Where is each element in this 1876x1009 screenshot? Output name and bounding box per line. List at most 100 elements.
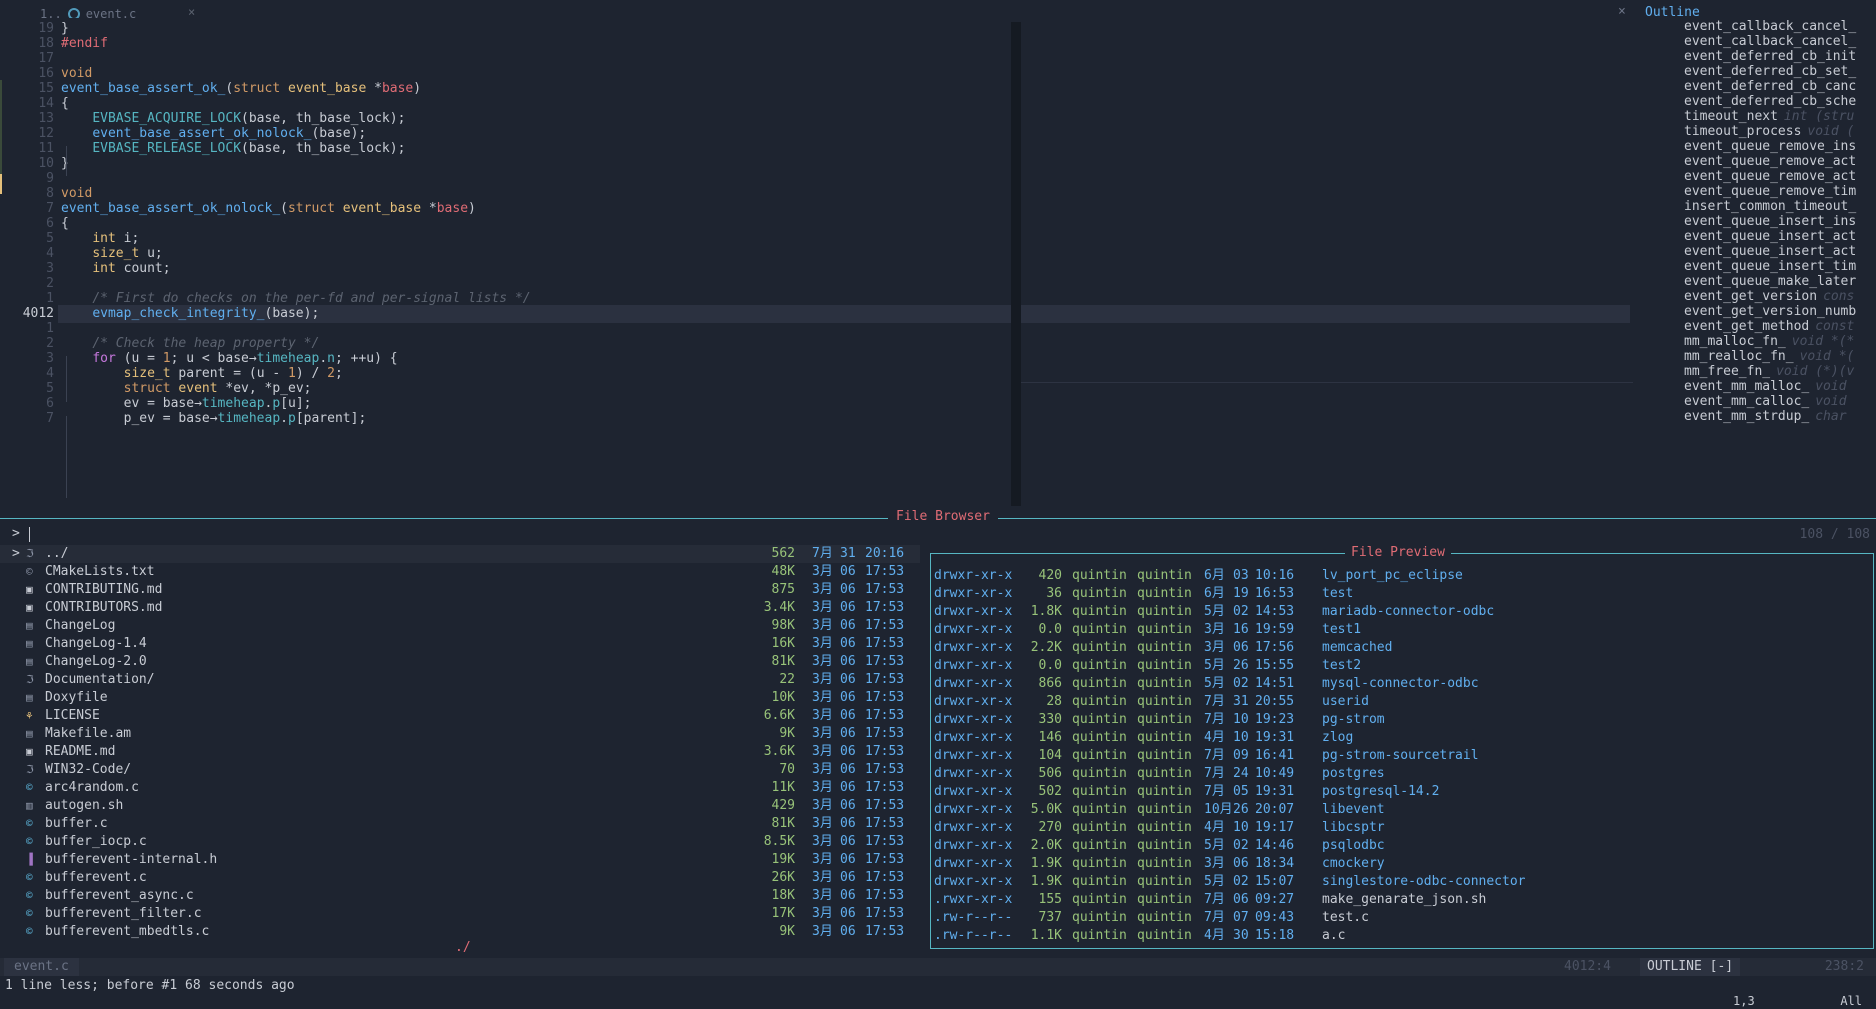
file-row[interactable]: © bufferevent_filter.c 17K 3月 06 17:53 bbox=[0, 905, 920, 923]
file-month: 3月 bbox=[812, 672, 833, 687]
file-row[interactable]: ▣ CONTRIBUTORS.md 3.4K 3月 06 17:53 bbox=[0, 599, 920, 617]
file-month: 3月 bbox=[812, 726, 833, 741]
preview-size: 270 bbox=[1038, 820, 1062, 835]
file-day: 31 bbox=[840, 546, 856, 561]
preview-permissions: drwxr-xr-x bbox=[934, 802, 1013, 817]
file-row[interactable]: ▥ autogen.sh 429 3月 06 17:53 bbox=[0, 797, 920, 815]
file-time: 17:53 bbox=[865, 564, 905, 579]
file-month: 3月 bbox=[812, 924, 833, 939]
file-name: ChangeLog-1.4 bbox=[45, 636, 147, 651]
preview-user: quintin bbox=[1072, 910, 1127, 925]
status-filename: event.c bbox=[4, 958, 79, 976]
preview-size: 420 bbox=[1038, 568, 1062, 583]
file-day: 06 bbox=[840, 762, 856, 777]
markdown-icon: ▣ bbox=[26, 601, 33, 614]
file-day: 06 bbox=[840, 870, 856, 885]
file-month: 3月 bbox=[812, 798, 833, 813]
preview-time: 20:07 bbox=[1255, 802, 1295, 817]
file-row[interactable]: ⚘ LICENSE 6.6K 3月 06 17:53 bbox=[0, 707, 920, 725]
file-name: bufferevent_filter.c bbox=[45, 906, 202, 921]
file-size: 3.6K bbox=[763, 744, 795, 759]
file-row[interactable]: ▐ bufferevent-internal.h 19K 3月 06 17:53 bbox=[0, 851, 920, 869]
file-size: 11K bbox=[771, 780, 795, 795]
status-line: event.c 4012:4 OUTLINE [-] 238:2 bbox=[0, 958, 1876, 976]
preview-name: test.c bbox=[1322, 910, 1369, 925]
preview-group: quintin bbox=[1137, 856, 1192, 871]
preview-permissions: drwxr-xr-x bbox=[934, 622, 1013, 637]
preview-day: 03 bbox=[1233, 568, 1249, 583]
line-content: p_ev = base→timeheap.p[parent]; bbox=[123, 411, 367, 426]
preview-permissions: drwxr-xr-x bbox=[934, 658, 1013, 673]
folder-icon: ℑ bbox=[26, 763, 34, 776]
outline-item-signature: void *( bbox=[1799, 349, 1855, 364]
preview-group: quintin bbox=[1137, 910, 1192, 925]
file-row[interactable]: © bufferevent_async.c 18K 3月 06 17:53 bbox=[0, 887, 920, 905]
file-row[interactable]: © bufferevent.c 26K 3月 06 17:53 bbox=[0, 869, 920, 887]
preview-name: postgres bbox=[1322, 766, 1385, 781]
file-row[interactable]: © buffer_iocp.c 8.5K 3月 06 17:53 bbox=[0, 833, 920, 851]
preview-name: memcached bbox=[1322, 640, 1393, 655]
file-row[interactable]: © buffer.c 81K 3月 06 17:53 bbox=[0, 815, 920, 833]
file-month: 3月 bbox=[812, 582, 833, 597]
folder-icon: ℑ bbox=[26, 673, 34, 686]
preview-user: quintin bbox=[1072, 694, 1127, 709]
file-browser-title: File Browser bbox=[888, 509, 998, 524]
window-close-icon[interactable]: × bbox=[1618, 4, 1626, 19]
file-row[interactable]: ℑ Documentation/22 3月 06 17:53 bbox=[0, 671, 920, 689]
file-name: ../ bbox=[45, 546, 69, 561]
file-row[interactable]: ▣ README.md 3.6K 3月 06 17:53 bbox=[0, 743, 920, 761]
editor-split-divider[interactable] bbox=[1011, 22, 1021, 506]
file-row[interactable]: © CMakeLists.txt 48K 3月 06 17:53 bbox=[0, 563, 920, 581]
line-content: #endif bbox=[61, 36, 108, 51]
preview-size: 28 bbox=[1046, 694, 1062, 709]
outline-item-signature: void ( bbox=[1807, 124, 1855, 139]
preview-group: quintin bbox=[1137, 694, 1192, 709]
preview-month: 7月 bbox=[1204, 910, 1225, 925]
file-name: Doxyfile bbox=[45, 690, 108, 705]
file-month: 7月 bbox=[812, 546, 833, 561]
preview-month: 4月 bbox=[1204, 928, 1225, 943]
file-day: 06 bbox=[840, 888, 856, 903]
file-row[interactable]: © arc4random.c 11K 3月 06 17:53 bbox=[0, 779, 920, 797]
line-content: event_base_assert_ok_nolock_(struct even… bbox=[61, 201, 476, 216]
file-browser-prompt[interactable]: > 108 / 108 bbox=[0, 524, 1876, 544]
preview-permissions: drwxr-xr-x bbox=[934, 694, 1013, 709]
file-time: 17:53 bbox=[865, 762, 905, 777]
preview-group: quintin bbox=[1137, 712, 1192, 727]
outline-item[interactable]: fevent_mm_strdup_char bbox=[1684, 408, 1876, 426]
file-row[interactable]: ▤ ChangeLog 98K 3月 06 17:53 bbox=[0, 617, 920, 635]
preview-day: 31 bbox=[1233, 694, 1249, 709]
preview-group: quintin bbox=[1137, 568, 1192, 583]
preview-group: quintin bbox=[1137, 586, 1192, 601]
file-row[interactable]: © bufferevent_mbedtls.c 9K 3月 06 17:53 bbox=[0, 923, 920, 941]
preview-permissions: drwxr-xr-x bbox=[934, 586, 1013, 601]
file-row[interactable]: ▤ Makefile.am 9K 3月 06 17:53 bbox=[0, 725, 920, 743]
preview-month: 5月 bbox=[1204, 874, 1225, 889]
preview-time: 19:31 bbox=[1255, 730, 1295, 745]
document-icon: ▤ bbox=[26, 655, 33, 668]
indent-guide bbox=[66, 146, 67, 176]
file-row[interactable]: ▤ ChangeLog-1.4 16K 3月 06 17:53 bbox=[0, 635, 920, 653]
cursor-line-highlight bbox=[1021, 382, 1633, 383]
preview-day: 10 bbox=[1233, 730, 1249, 745]
file-time: 17:53 bbox=[865, 780, 905, 795]
preview-user: quintin bbox=[1072, 766, 1127, 781]
preview-name: make_genarate_json.sh bbox=[1322, 892, 1487, 907]
outline-item-name: event_mm_strdup_ bbox=[1684, 409, 1810, 424]
file-row[interactable]: ℑ WIN32-Code/70 3月 06 17:53 bbox=[0, 761, 920, 779]
tab-close-icon[interactable]: × bbox=[188, 5, 195, 19]
file-row[interactable]: ▣ CONTRIBUTING.md 875 3月 06 17:53 bbox=[0, 581, 920, 599]
preview-month: 5月 bbox=[1204, 658, 1225, 673]
outline-item-name: event_queue_insert_act bbox=[1684, 244, 1857, 259]
preview-group: quintin bbox=[1137, 748, 1192, 763]
file-row[interactable]: > ℑ ../ 562 7月 31 20:16 bbox=[0, 545, 920, 563]
file-month: 3月 bbox=[812, 654, 833, 669]
file-name: CMakeLists.txt bbox=[45, 564, 155, 579]
file-name: WIN32-Code/ bbox=[45, 762, 132, 777]
file-row[interactable]: ▤ Doxyfile 10K 3月 06 17:53 bbox=[0, 689, 920, 707]
line-content: event_base_assert_ok_(struct event_base … bbox=[61, 81, 422, 96]
file-row[interactable]: ▤ ChangeLog-2.0 81K 3月 06 17:53 bbox=[0, 653, 920, 671]
preview-permissions: drwxr-xr-x bbox=[934, 856, 1013, 871]
file-month: 3月 bbox=[812, 708, 833, 723]
code-editor[interactable]: 19} 18 #endif 17 16 void 15 event_base_assert_o… bbox=[0, 18, 1640, 510]
